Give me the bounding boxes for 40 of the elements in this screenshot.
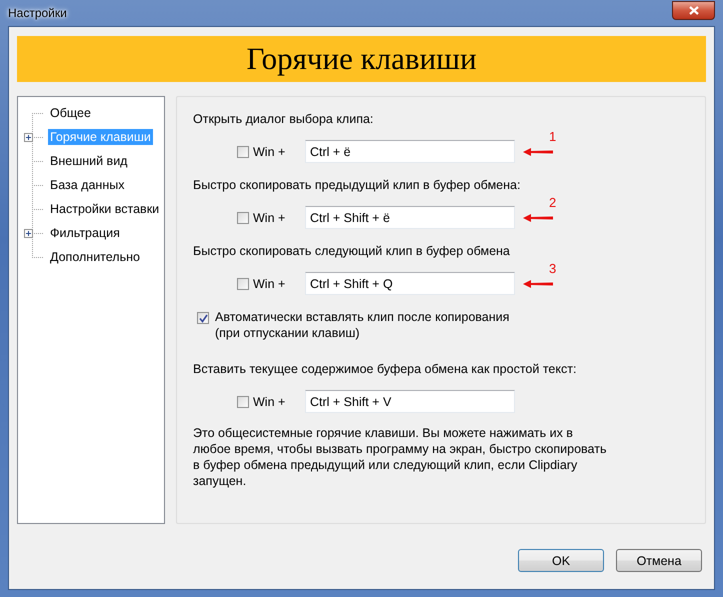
win-label: Win + <box>253 144 286 158</box>
win-checkbox[interactable] <box>237 212 249 224</box>
hotkey-field[interactable]: Ctrl + Shift + ё <box>305 206 515 229</box>
win-checkbox[interactable] <box>237 146 249 158</box>
page-header: Горячие клавиши <box>17 36 706 82</box>
info-note: Это общесистемные горячие клавиши. Вы можете нажимать их в любое время, чтобы вызвать программу на экран, быстро скопировать в буфер обмена предыдущий или следующий клип, если Clipdiary запущен. <box>193 425 608 489</box>
annotation-number: 1 <box>549 128 556 144</box>
option-label: Автоматически вставлять клип после копирования (при отпускании клавиш) <box>215 309 510 341</box>
shortcut-label: Быстро скопировать следующий клип в буфер обмена <box>193 243 511 259</box>
annotation-number: 2 <box>549 194 556 210</box>
win-checkbox[interactable] <box>237 278 249 290</box>
hotkey-field[interactable]: Ctrl + Shift + V <box>305 390 515 413</box>
hotkey-field[interactable]: Ctrl + ё <box>305 140 515 163</box>
tree-item[interactable]: Дополнительно <box>48 249 142 265</box>
arrow-icon <box>523 280 553 288</box>
shortcut-label: Быстро скопировать предыдущий клип в буфер обмена: <box>193 177 522 193</box>
hotkey-field[interactable]: Ctrl + Shift + Q <box>305 272 515 295</box>
close-button[interactable] <box>672 0 715 20</box>
expand-icon[interactable] <box>24 228 33 238</box>
ok-button[interactable]: OK <box>518 549 604 572</box>
arrow-icon <box>523 148 553 156</box>
win-label: Win + <box>253 210 286 224</box>
shortcut-label: Открыть диалог выбора клипа: <box>193 111 374 127</box>
expand-icon[interactable] <box>24 132 33 142</box>
win-label: Win + <box>253 394 286 408</box>
tree-item[interactable]: Внешний вид <box>48 153 130 169</box>
close-icon <box>688 6 698 14</box>
shortcut-label: Вставить текущее содержимое буфера обмена как простой текст: <box>193 361 578 377</box>
tree-item[interactable]: Настройки вставки <box>48 201 162 217</box>
tree-item[interactable]: База данных <box>48 177 126 193</box>
win-label: Win + <box>253 276 286 290</box>
checkmark-icon <box>198 314 208 322</box>
win-checkbox[interactable] <box>237 396 249 408</box>
tree-item[interactable]: Фильтрация <box>48 225 122 241</box>
cancel-button[interactable]: Отмена <box>616 549 702 572</box>
tree-item[interactable]: Общее <box>48 105 93 121</box>
option-checkbox[interactable] <box>197 312 209 324</box>
annotation-number: 3 <box>549 260 556 276</box>
window-title: Настройки <box>8 6 67 20</box>
arrow-icon <box>523 214 553 222</box>
